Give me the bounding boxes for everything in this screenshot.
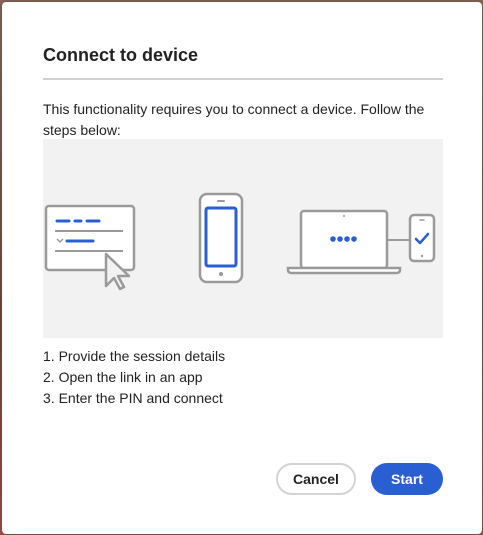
steps-illustration (43, 139, 443, 338)
title-divider (43, 78, 443, 80)
step-item: 2. Open the link in an app (43, 369, 203, 385)
steps-list: 1. Provide the session details 2. Open t… (43, 346, 225, 409)
laptop-icon (286, 209, 402, 275)
phone-icon (198, 192, 244, 284)
phone-check-icon (408, 213, 436, 263)
dialog-description: This functionality requires you to conne… (43, 101, 425, 138)
session-form-icon (44, 204, 136, 272)
cancel-button[interactable]: Cancel (276, 463, 356, 495)
step-item: 3. Enter the PIN and connect (43, 390, 223, 406)
dialog-title: Connect to device (43, 45, 199, 65)
step-item: 1. Provide the session details (43, 348, 226, 364)
connect-device-dialog: Connect to device This functionality req… (2, 2, 482, 534)
start-button[interactable]: Start (371, 463, 443, 495)
